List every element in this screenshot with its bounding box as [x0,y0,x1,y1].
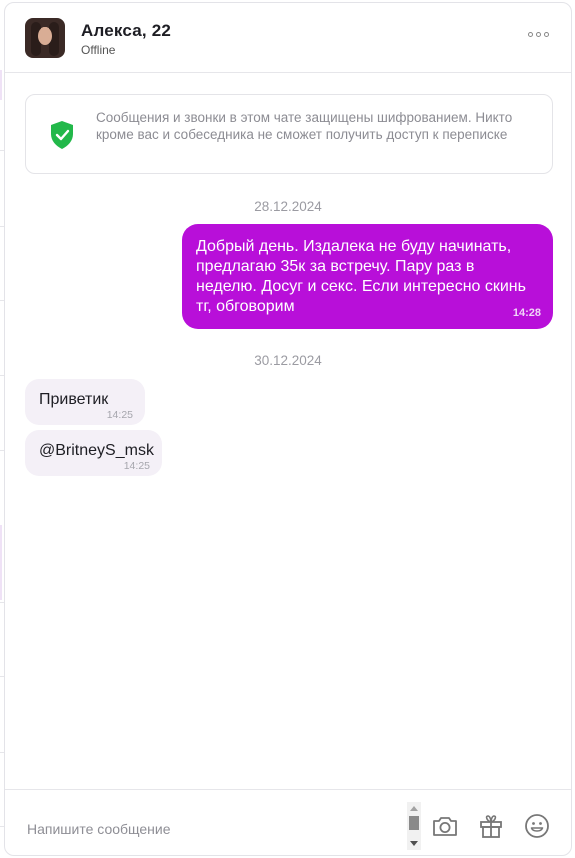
emoji-icon[interactable] [523,812,551,840]
outgoing-message[interactable]: Добрый день. Издалека не буду начинать, … [182,224,553,329]
message-time: 14:25 [106,409,133,421]
message-input[interactable] [25,817,389,841]
encryption-notice-text: Сообщения и звонки в этом чате защищены … [96,110,513,142]
gift-icon[interactable] [477,812,505,840]
incoming-message[interactable]: Приветик 14:25 [25,379,145,425]
message-text: Добрый день. Издалека не буду начинать, … [196,238,526,315]
more-icon[interactable] [528,32,549,37]
contact-status: Offline [81,43,116,57]
shield-check-icon [51,121,73,149]
message-text: Приветик [39,391,109,408]
message-text: @BritneyS_msk [39,442,154,459]
incoming-message[interactable]: @BritneyS_msk 14:25 [25,430,162,476]
contact-name[interactable]: Алекса, 22 [81,21,171,41]
camera-icon[interactable] [431,812,459,840]
message-time: 14:28 [512,307,541,319]
chat-header: Алекса, 22 Offline [5,3,571,73]
message-time: 14:25 [123,460,150,472]
date-separator: 30.12.2024 [254,353,322,368]
encryption-notice: Сообщения и звонки в этом чате защищены … [25,94,553,174]
chat-window: Алекса, 22 Offline Сообщения и звонки в … [4,2,572,856]
message-composer [5,789,571,855]
input-scrollbar[interactable] [407,802,421,850]
date-separator: 28.12.2024 [254,199,322,214]
avatar[interactable] [25,18,65,58]
